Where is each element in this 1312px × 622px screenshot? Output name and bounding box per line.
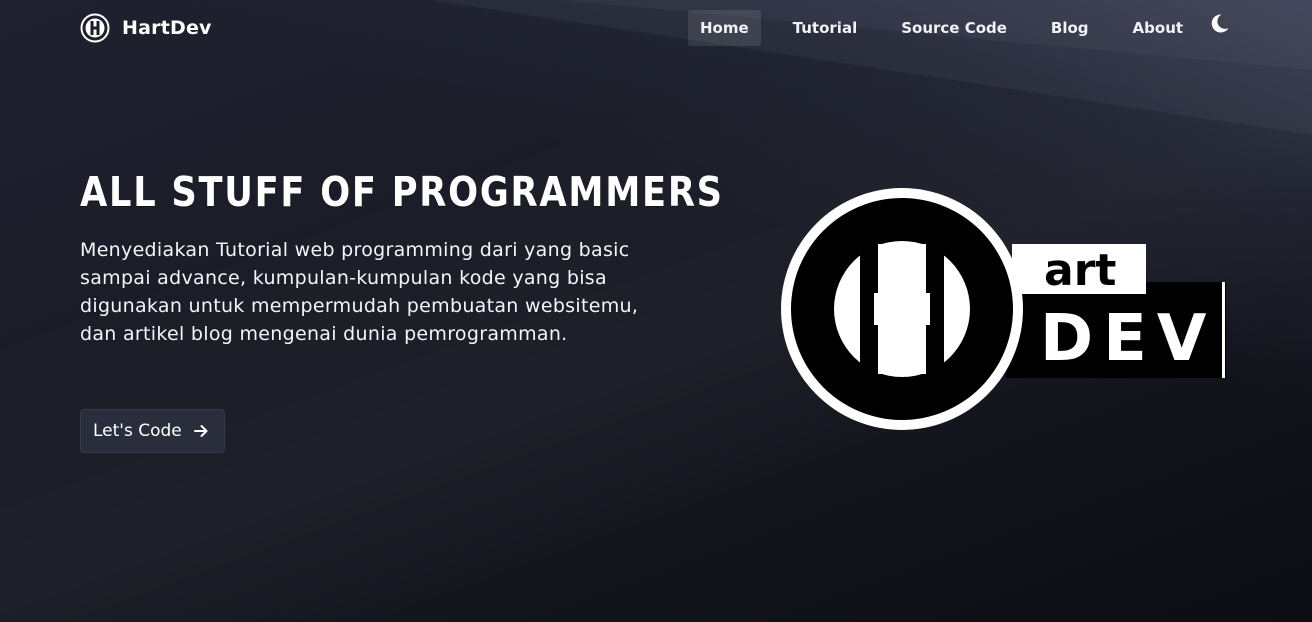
logo-word-dev: DEV <box>1040 302 1216 376</box>
nav-item-source-code[interactable]: Source Code <box>889 10 1019 46</box>
lets-code-label: Let's Code <box>93 421 182 441</box>
nav-item-home[interactable]: Home <box>688 10 761 46</box>
brand[interactable]: HartDev <box>80 12 212 44</box>
lets-code-button[interactable]: Let's Code <box>80 409 225 453</box>
nav-item-tutorial[interactable]: Tutorial <box>781 10 870 46</box>
nav-links: Home Tutorial Source Code Blog About <box>688 10 1215 46</box>
logo-word-art: art <box>1044 245 1116 296</box>
moon-icon[interactable] <box>1206 11 1232 37</box>
h-circle-logo-icon <box>80 13 110 43</box>
nav-item-blog[interactable]: Blog <box>1039 10 1101 46</box>
hero-title: ALL STUFF OF PROGRAMMERS <box>80 168 724 216</box>
hero-description: Menyediakan Tutorial web programming dar… <box>80 239 639 345</box>
nav-item-about[interactable]: About <box>1121 10 1196 46</box>
brand-name: HartDev <box>122 17 212 39</box>
arrow-right-icon <box>193 425 208 437</box>
hartdev-logo-illustration: art DEV <box>781 188 1226 430</box>
navbar: HartDev Home Tutorial Source Code Blog A… <box>0 0 1312 56</box>
